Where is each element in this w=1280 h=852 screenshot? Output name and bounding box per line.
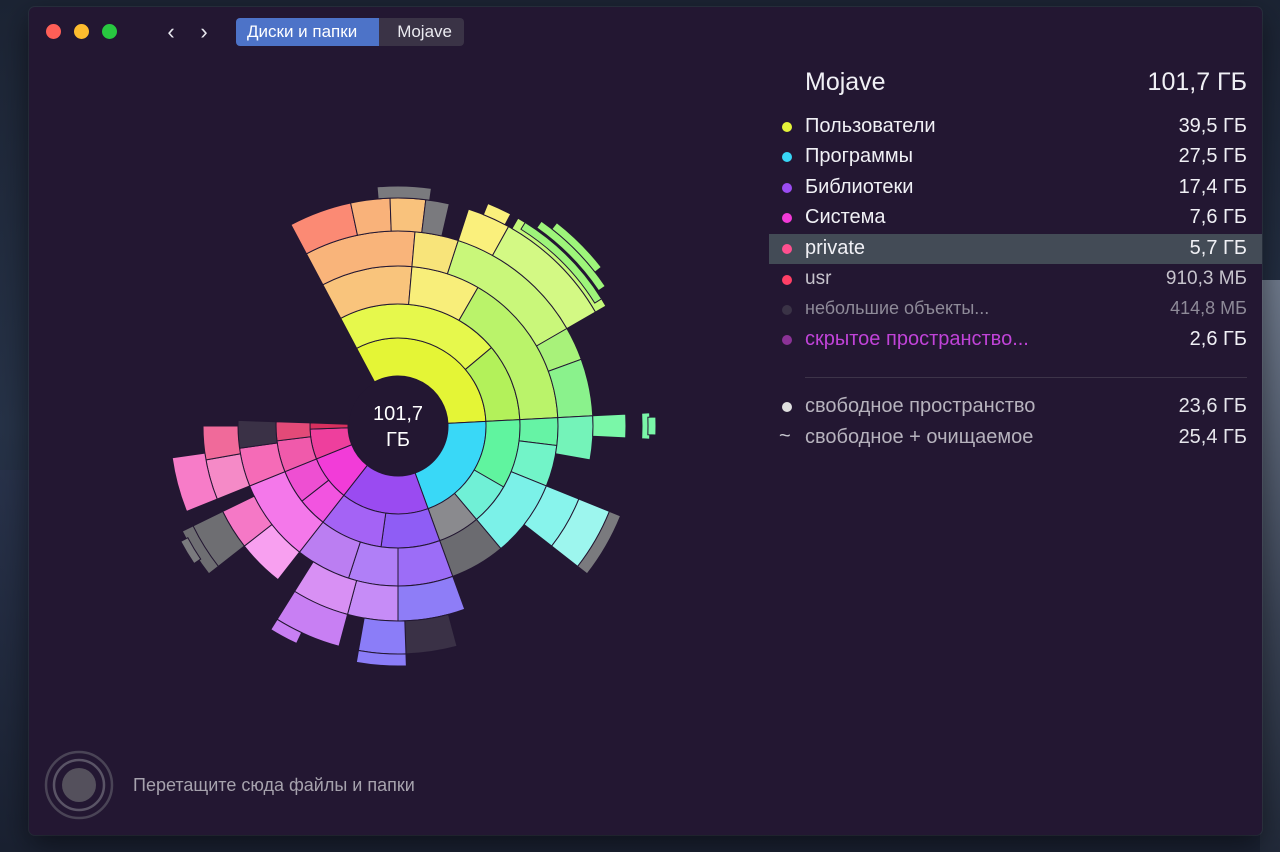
list-item[interactable]: Библиотеки 17,4 ГБ [769, 173, 1262, 203]
item-size: 17,4 ГБ [1178, 176, 1247, 198]
chart-segment[interactable] [592, 413, 627, 439]
chart-segment[interactable] [421, 199, 450, 237]
chart-segment[interactable] [202, 425, 242, 461]
drop-hint: Перетащите сюда файлы и папки [133, 775, 415, 795]
legend-dot [782, 275, 792, 285]
item-size: 7,6 ГБ [1189, 206, 1247, 228]
legend-dot [782, 335, 792, 345]
legend-dot [782, 244, 792, 254]
list-item[interactable]: небольшие объекты... 414,8 МБ [769, 295, 1262, 325]
item-name: Система [805, 206, 886, 228]
legend-dot [782, 152, 792, 162]
panel-header: Mojave 101,7 ГБ [805, 68, 1247, 98]
chart-center[interactable] [349, 377, 447, 475]
chart-segment[interactable] [309, 422, 349, 430]
list-item[interactable]: скрытое пространство... 2,6 ГБ [769, 325, 1262, 355]
list-item-selected[interactable]: private 5,7 ГБ [769, 234, 1262, 264]
chart-segment[interactable] [237, 419, 278, 449]
sunburst-chart[interactable]: 101,7 ГБ [29, 7, 769, 747]
desktop-background-left [0, 470, 30, 852]
drop-target-icon[interactable] [44, 750, 114, 820]
tilde-icon: ~ [779, 425, 791, 447]
desktop-background-right [1260, 280, 1280, 852]
chart-segment[interactable] [389, 197, 427, 234]
item-size: 414,8 МБ [1170, 298, 1247, 318]
legend-dot [782, 183, 792, 193]
item-name: свободное + очищаемое [805, 426, 1034, 448]
app-window: ‹ › Диски и папки Mojave 101,7 ГБ Mojave… [29, 7, 1262, 835]
item-name: Библиотеки [805, 176, 914, 198]
panel-total: 101,7 ГБ [1147, 68, 1247, 96]
item-size: 27,5 ГБ [1178, 145, 1247, 167]
chart-segment[interactable] [647, 416, 657, 436]
item-name: usr [805, 268, 832, 289]
item-size: 5,7 ГБ [1189, 237, 1247, 259]
item-size: 25,4 ГБ [1178, 426, 1247, 448]
chart-segment[interactable] [554, 415, 594, 461]
list-item[interactable]: usr 910,3 МБ [769, 265, 1262, 295]
panel-title: Mojave [805, 68, 886, 96]
list-item[interactable]: Программы 27,5 ГБ [769, 142, 1262, 172]
item-size: 23,6 ГБ [1178, 395, 1247, 417]
list-item[interactable]: Пользователи 39,5 ГБ [769, 112, 1262, 142]
item-name: свободное пространство [805, 395, 1036, 417]
item-name: Пользователи [805, 115, 936, 137]
item-size: 39,5 ГБ [1178, 115, 1247, 137]
item-size: 2,6 ГБ [1189, 328, 1247, 350]
item-size: 910,3 МБ [1165, 268, 1247, 289]
chart-segment[interactable] [357, 617, 407, 655]
item-name: Программы [805, 145, 914, 167]
item-name: скрытое пространство... [805, 328, 1029, 350]
legend-dot [782, 213, 792, 223]
legend-dot [782, 122, 792, 132]
chart-segment[interactable] [404, 613, 458, 655]
divider [805, 377, 1247, 378]
chart-center-value: 101,7 [373, 403, 423, 425]
free-space-row[interactable]: свободное пространство 23,6 ГБ [769, 392, 1262, 422]
purgeable-space-row[interactable]: ~ свободное + очищаемое 25,4 ГБ [769, 423, 1262, 453]
item-name: небольшие объекты... [805, 298, 990, 318]
chart-center-unit: ГБ [386, 429, 410, 451]
list-item[interactable]: Система 7,6 ГБ [769, 203, 1262, 233]
item-name: private [805, 237, 866, 259]
chart-segment[interactable] [376, 185, 432, 201]
legend-dot [782, 305, 792, 315]
chart-segment[interactable] [350, 197, 392, 236]
legend-dot [782, 402, 792, 412]
